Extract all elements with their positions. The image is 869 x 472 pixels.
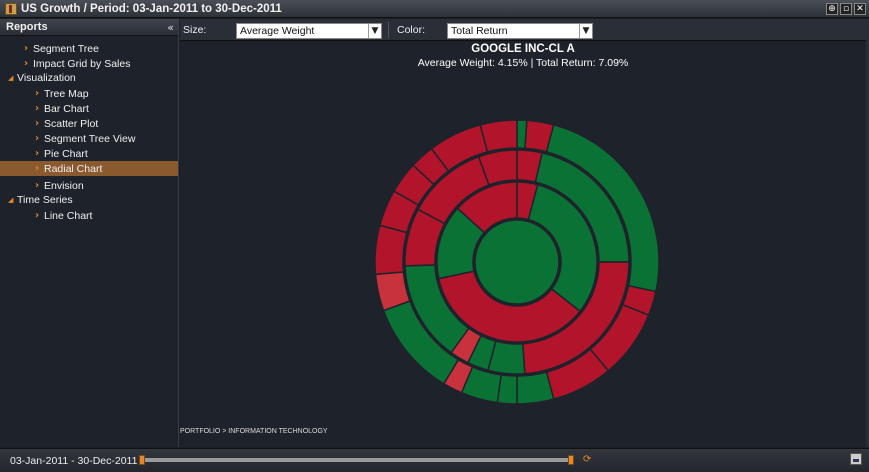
sidebar-item-impact-grid-by-sales[interactable]: › Impact Grid by Sales: [0, 56, 178, 71]
chevron-right-icon: ›: [35, 133, 40, 144]
dock-icon[interactable]: ▫: [840, 2, 852, 15]
sidebar-item-line-chart[interactable]: › Line Chart: [0, 208, 178, 223]
sidebar-item-bar-chart[interactable]: › Bar Chart: [0, 101, 178, 116]
toolbar-divider: [388, 22, 389, 38]
close-icon[interactable]: ✕: [854, 2, 866, 15]
sidebar-item-envision[interactable]: › Envision: [0, 178, 178, 193]
chart-title: GOOGLE INC-CL A: [471, 43, 575, 55]
sidebar-item-tree-map[interactable]: › Tree Map: [0, 86, 178, 101]
radial-segment[interactable]: [374, 224, 408, 276]
chevron-right-icon: ›: [35, 148, 40, 159]
color-label: Color:: [397, 24, 426, 36]
status-bar: 03-Jan-2011 - 30-Dec-2011 ⟳: [0, 448, 869, 472]
chevron-down-icon[interactable]: ▼: [368, 24, 381, 38]
size-select[interactable]: Average Weight ▼: [236, 23, 382, 39]
sidebar-item-visualization[interactable]: ◢ Visualization: [0, 70, 178, 85]
sidebar-item-label: Pie Chart: [44, 147, 88, 160]
window-titlebar: US Growth / Period: 03-Jan-2011 to 30-De…: [0, 0, 869, 18]
size-select-value: Average Weight: [240, 25, 315, 37]
sidebar-item-pie-chart[interactable]: › Pie Chart: [0, 146, 178, 161]
collapse-sidebar-icon[interactable]: «: [167, 21, 174, 34]
chevron-right-icon: ›: [35, 210, 40, 221]
chart-area: GOOGLE INC-CL A Average Weight: 4.15% | …: [180, 42, 866, 447]
radial-segment[interactable]: [479, 119, 518, 153]
window-controls: ⊕ ▫ ✕: [826, 2, 866, 15]
sidebar-item-label: Segment Tree: [33, 42, 99, 55]
chart-toolbar: Size: Average Weight ▼ Color: Total Retu…: [180, 19, 866, 41]
chevron-right-icon: ›: [24, 43, 29, 54]
print-icon[interactable]: [850, 453, 862, 465]
sidebar-item-label: Line Chart: [44, 209, 93, 222]
sidebar-item-label: Time Series: [17, 193, 73, 206]
sidebar-title: Reports: [6, 21, 48, 33]
color-select[interactable]: Total Return ▼: [447, 23, 593, 39]
sidebar-item-label: Impact Grid by Sales: [33, 57, 131, 70]
reports-sidebar: Reports « › Segment Tree › Impact Grid by S…: [0, 19, 179, 447]
app-logo-icon: [5, 2, 17, 15]
chevron-down-icon[interactable]: ▼: [579, 24, 592, 38]
chevron-right-icon: ›: [35, 118, 40, 129]
sidebar-item-radial-chart[interactable]: › Radial Chart: [0, 161, 178, 176]
expand-triangle-icon: ◢: [8, 195, 14, 204]
chevron-right-icon: ›: [35, 163, 40, 174]
reset-icon[interactable]: ⟳: [583, 454, 591, 465]
radial-segment[interactable]: [516, 371, 555, 405]
sidebar-item-label: Radial Chart: [44, 162, 103, 175]
color-select-value: Total Return: [451, 25, 508, 37]
sidebar-item-time-series[interactable]: ◢ Time Series: [0, 192, 178, 207]
radial-segment[interactable]: [474, 219, 560, 305]
expand-triangle-icon: ◢: [8, 73, 14, 82]
radial-chart: [374, 119, 660, 405]
sidebar-item-label: Visualization: [17, 71, 76, 84]
period-slider-track[interactable]: [142, 458, 572, 462]
chevron-right-icon: ›: [35, 180, 40, 191]
chevron-right-icon: ›: [24, 58, 29, 69]
sidebar-item-segment-tree[interactable]: › Segment Tree: [0, 41, 178, 56]
sidebar-item-label: Tree Map: [44, 87, 89, 100]
window-title: US Growth / Period: 03-Jan-2011 to 30-De…: [21, 2, 282, 15]
sidebar-item-label: Bar Chart: [44, 102, 89, 115]
sidebar-header: Reports «: [0, 19, 178, 36]
chevron-right-icon: ›: [35, 103, 40, 114]
sidebar-item-label: Scatter Plot: [44, 117, 99, 130]
sidebar-item-label: Segment Tree View: [44, 132, 136, 145]
sidebar-item-segment-tree-view[interactable]: › Segment Tree View: [0, 131, 178, 146]
sidebar-item-scatter-plot[interactable]: › Scatter Plot: [0, 116, 178, 131]
period-slider-end-handle[interactable]: [568, 455, 574, 465]
date-range-label: 03-Jan-2011 - 30-Dec-2011: [10, 455, 138, 467]
pin-icon[interactable]: ⊕: [826, 2, 838, 15]
chevron-right-icon: ›: [35, 88, 40, 99]
sidebar-item-label: Envision: [44, 179, 84, 192]
size-label: Size:: [183, 23, 207, 36]
breadcrumb[interactable]: PORTFOLIO > INFORMATION TECHNOLOGY: [180, 428, 328, 435]
period-slider-start-handle[interactable]: [139, 455, 145, 465]
